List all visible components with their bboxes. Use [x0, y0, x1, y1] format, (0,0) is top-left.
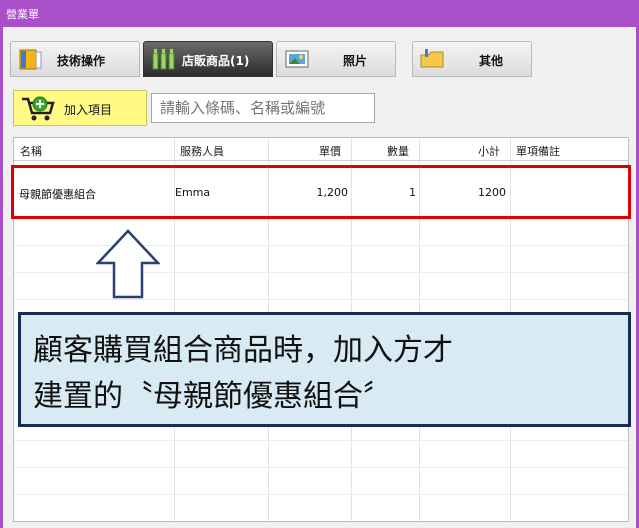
annotation-callout: 顧客購買組合商品時，加入方才 建置的〝母親節優惠組合〞	[18, 312, 631, 427]
tab-label: 照片	[343, 54, 368, 68]
photo-icon	[285, 50, 309, 68]
tab-retail-products[interactable]: 店販商品(1)	[143, 41, 273, 77]
tab-label: 店販商品(1)	[182, 54, 250, 68]
bottles-icon	[152, 49, 175, 70]
up-arrow-icon	[96, 229, 160, 299]
row-highlight-box	[11, 165, 631, 219]
annotation-line-1: 顧客購買組合商品時，加入方才	[33, 333, 453, 368]
add-item-label: 加入項目	[64, 103, 113, 117]
column-header-name[interactable]: 名稱	[20, 143, 42, 159]
search-input[interactable]	[151, 93, 375, 123]
tab-label: 技術操作	[57, 54, 106, 68]
shopping-cart-add-icon	[22, 96, 55, 121]
column-header-price[interactable]: 單價	[319, 143, 341, 159]
tab-label: 其他	[479, 54, 504, 68]
add-item-button[interactable]: 加入項目	[13, 90, 147, 126]
tab-photos[interactable]: 照片	[276, 41, 396, 77]
title-bar: 營業單	[0, 0, 639, 27]
book-icon	[19, 49, 42, 70]
tab-technical-operation[interactable]: 技術操作	[10, 41, 140, 77]
tab-other[interactable]: 其他	[412, 41, 532, 77]
column-header-subtotal[interactable]: 小計	[478, 143, 500, 159]
folder-icon	[420, 49, 444, 68]
column-header-staff[interactable]: 服務人員	[180, 143, 224, 159]
column-header-note[interactable]: 單項備註	[516, 143, 560, 159]
table-header: 名稱 服務人員 單價 數量 小計 單項備註	[14, 138, 628, 161]
annotation-line-2: 建置的〝母親節優惠組合〞	[33, 379, 393, 414]
window-title: 營業單	[6, 8, 39, 21]
column-header-qty[interactable]: 數量	[387, 143, 409, 159]
